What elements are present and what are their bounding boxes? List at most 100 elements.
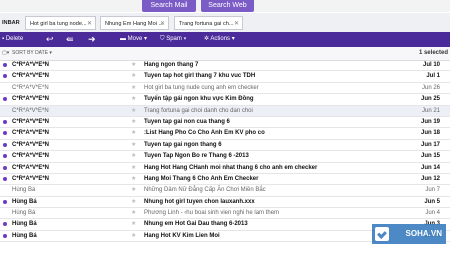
- message-date: Jun 18: [420, 130, 440, 137]
- message-subject: Hot girl ba tung nude cung anh em checke…: [144, 84, 259, 91]
- star-icon[interactable]: ★: [131, 185, 136, 195]
- unread-dot-icon: [3, 142, 7, 147]
- message-row[interactable]: C*R*A*V*E*N ★ Tuyển tập gái ngon khu vực K…: [0, 94, 450, 106]
- message-subject: Tuyen Tap Ngon Bo re Thang 6 -2013: [144, 153, 249, 160]
- star-icon[interactable]: ★: [131, 163, 136, 173]
- message-row[interactable]: C*R*A*V*E*N ★ Tuyen tap gai non cua thang …: [0, 117, 450, 129]
- chevron-down-icon: ▾: [144, 36, 148, 42]
- unread-dot-icon: [3, 154, 7, 159]
- message-row[interactable]: Hùng Bá ★ Nhung hot girl tuyen chon lauxan…: [0, 197, 450, 209]
- tab-bar: INBAR Hot girl ba tung node... ✕ Nhung Em…: [0, 13, 450, 33]
- star-icon[interactable]: ★: [131, 219, 136, 229]
- spam-button[interactable]: ⛉ Spam ▾: [160, 32, 186, 47]
- message-row[interactable]: Hùng Bá ★ Những Dâm Nữ Đẳng Cấp Ăn Chơi Mi…: [0, 185, 450, 197]
- star-icon[interactable]: ★: [131, 117, 136, 127]
- message-sender: C*R*A*V*E*N: [12, 130, 50, 137]
- star-icon[interactable]: ★: [131, 208, 136, 218]
- message-row[interactable]: C*R*A*V*E*N ★ Hang ngon thang 7 Jul 10: [0, 60, 450, 72]
- message-date: Jul 10: [422, 62, 440, 68]
- star-icon[interactable]: ★: [131, 140, 136, 150]
- close-icon[interactable]: ✕: [160, 17, 165, 29]
- search-strip: Search Mail Search Web: [0, 0, 450, 12]
- message-subject: Hang Hot Hang CHanh moi nhat thang 6 cho…: [144, 164, 318, 171]
- star-icon[interactable]: ★: [131, 106, 136, 116]
- message-subject: Trang fortuna gai choi danh cho dan choi: [144, 107, 253, 114]
- message-subject: Hang Moi Thang 6 Cho Anh Em Checker: [144, 175, 259, 182]
- star-icon[interactable]: ★: [131, 174, 136, 184]
- trash-icon: ▪: [2, 36, 5, 42]
- search-web-button[interactable]: Search Web: [201, 0, 254, 12]
- tab-message-1[interactable]: Hot girl ba tung node... ✕: [25, 16, 96, 30]
- unread-dot-icon: [3, 131, 7, 136]
- close-icon[interactable]: ✕: [87, 17, 92, 29]
- unread-dot-icon: [3, 97, 7, 102]
- star-icon[interactable]: ★: [131, 60, 136, 70]
- message-sender: Hùng Bá: [12, 198, 37, 205]
- message-subject: Tuyen tap hot girl thang 7 khu vuc TDH: [144, 73, 256, 80]
- star-icon[interactable]: ★: [131, 128, 136, 138]
- chevron-down-icon: ▾: [231, 36, 235, 42]
- search-mail-button[interactable]: Search Mail: [142, 0, 196, 12]
- gear-icon: ✲: [204, 36, 210, 42]
- star-icon[interactable]: ★: [131, 83, 136, 93]
- reply-all-icon[interactable]: ⇚: [66, 32, 74, 47]
- unread-dot-icon: [3, 74, 7, 79]
- message-subject: Hang Hot KV Kim Lien Moi: [144, 232, 220, 239]
- tab-label: Hot girl ba tung node...: [30, 21, 87, 27]
- message-sender: C*R*A*V*E*N: [12, 96, 50, 103]
- tab-label: INBAR: [2, 20, 20, 26]
- delete-label: Delete: [5, 36, 24, 42]
- message-row[interactable]: C*R*A*V*E*N ★ Hot girl ba tung nude cung a…: [0, 83, 450, 95]
- actions-button[interactable]: ✲ Actions ▾: [204, 32, 235, 47]
- forward-icon[interactable]: ➜: [88, 32, 96, 47]
- message-row[interactable]: C*R*A*V*E*N ★ Tuyen tap hot girl thang 7 k…: [0, 71, 450, 83]
- sort-label: SORT BY DATE: [12, 50, 49, 56]
- sort-bar: ▢▾ SORT BY DATE ▾ 1 selected: [0, 47, 450, 61]
- message-subject: Tuyen tap gai non cua thang 6: [144, 118, 230, 125]
- message-sender: C*R*A*V*E*N: [12, 107, 49, 114]
- message-row[interactable]: Hùng Bá ★ Phương Linh - ‹hu boai sinh vien…: [0, 208, 450, 220]
- tab-message-2[interactable]: Nhung Em Hang Moi ... ✕: [100, 16, 169, 30]
- star-icon[interactable]: ★: [131, 231, 136, 241]
- tab-inbox[interactable]: INBAR: [0, 16, 24, 30]
- message-date: Jun 21: [421, 107, 440, 114]
- chevron-down-icon: ▾: [183, 36, 187, 42]
- message-sender: Hùng Bá: [12, 210, 36, 217]
- message-date: Jun 12: [420, 175, 440, 182]
- unread-dot-icon: [3, 63, 7, 67]
- message-date: Jul 1: [426, 73, 440, 80]
- message-row[interactable]: C*R*A*V*E*N ★ Trang fortuna gai choi danh …: [0, 105, 450, 117]
- message-row[interactable]: C*R*A*V*E*N ★ :List Hang Pho Co Cho Anh Em…: [0, 128, 450, 140]
- tab-message-3[interactable]: Trang fortuna gai ch... ✕: [174, 16, 243, 30]
- message-subject: Nhung hot girl tuyen chon lauxanh.xxx: [144, 198, 255, 205]
- message-row[interactable]: C*R*A*V*E*N ★ Hang Moi Thang 6 Cho Anh Em …: [0, 174, 450, 186]
- star-icon[interactable]: ★: [131, 197, 136, 207]
- star-icon[interactable]: ★: [131, 94, 136, 104]
- message-sender: C*R*A*V*E*N: [12, 175, 50, 182]
- message-date: Jun 25: [420, 96, 440, 103]
- select-all-checkbox[interactable]: ▢▾: [2, 47, 9, 60]
- close-icon[interactable]: ✕: [234, 17, 239, 29]
- folder-icon: ▬: [120, 36, 126, 42]
- sort-by-date-button[interactable]: SORT BY DATE ▾: [12, 47, 52, 60]
- star-icon[interactable]: ★: [131, 71, 136, 81]
- message-row[interactable]: C*R*A*V*E*N ★ Tuyen tap gai ngon thang 6 Ju…: [0, 140, 450, 152]
- message-subject: :List Hang Pho Co Cho Anh Em KV pho co: [144, 130, 265, 137]
- move-button[interactable]: ▬ Move ▾: [120, 32, 147, 47]
- message-row[interactable]: C*R*A*V*E*N ★ Tuyen Tap Ngon Bo re Thang 6…: [0, 151, 450, 163]
- reply-icon[interactable]: ↩: [46, 32, 54, 47]
- message-subject: Tuyển tập gái ngon khu vực Kim Đồng: [144, 96, 254, 103]
- delete-button[interactable]: ▪ Delete: [2, 32, 23, 47]
- spam-label: Spam: [166, 36, 182, 42]
- message-subject: Phương Linh - ‹hu boai sinh vien nghi he…: [144, 210, 280, 217]
- message-sender: Hùng Bá: [12, 187, 36, 194]
- message-date: Jun 4: [425, 210, 440, 217]
- message-date: Jun 17: [420, 141, 440, 148]
- message-sender: Hùng Bá: [12, 221, 37, 228]
- message-sender: C*R*A*V*E*N: [12, 84, 49, 91]
- unread-dot-icon: [3, 222, 7, 227]
- message-subject: Nhung em Hot Gai Dau thang 6-2013: [144, 221, 248, 228]
- star-icon[interactable]: ★: [131, 151, 136, 161]
- message-row[interactable]: C*R*A*V*E*N ★ Hang Hot Hang CHanh moi nhat…: [0, 163, 450, 174]
- shield-icon: ⛉: [160, 36, 165, 42]
